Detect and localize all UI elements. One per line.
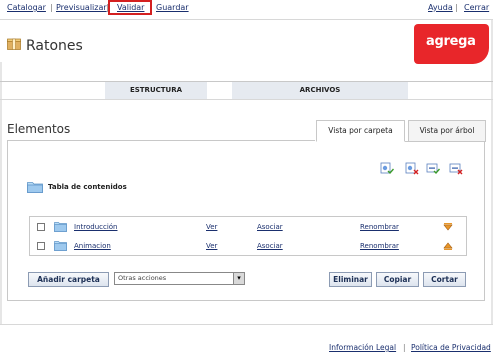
section-heading: Elementos	[7, 122, 71, 136]
cut-button[interactable]: Cortar	[423, 272, 466, 287]
item-name-link[interactable]: Introducción	[74, 223, 118, 231]
divider	[0, 19, 493, 20]
package-icon	[7, 38, 21, 50]
renombrar-link[interactable]: Renombrar	[360, 223, 399, 231]
nav-separator: |	[455, 3, 458, 12]
divider	[0, 324, 493, 325]
tab-estructura[interactable]: ESTRUCTURA	[105, 82, 207, 99]
agrega-logo: agrega	[414, 24, 489, 64]
ver-link[interactable]: Ver	[206, 223, 217, 231]
ver-link[interactable]: Ver	[206, 242, 217, 250]
panel-border	[405, 141, 485, 142]
validar-highlight	[108, 0, 152, 15]
ayuda-link[interactable]: Ayuda	[428, 3, 453, 12]
top-navigation: Catalogar | Previsualizar | Validar | Gu…	[0, 0, 493, 15]
cerrar-link[interactable]: Cerrar	[464, 3, 489, 12]
tab-vista-por-carpeta[interactable]: Vista por carpeta	[316, 120, 405, 142]
politica-privacidad-link[interactable]: Política de Privacidad	[411, 343, 491, 352]
chevron-down-icon[interactable]: ▾	[233, 273, 244, 284]
row-checkbox[interactable]	[37, 223, 45, 231]
item-name-link[interactable]: Animacion	[74, 242, 111, 250]
list-item: Animacion Ver Asociar Renombrar	[30, 237, 466, 255]
nav-separator: |	[50, 3, 53, 12]
frame-border	[0, 62, 2, 324]
folder-icon	[54, 222, 67, 232]
root-folder-label: Tabla de contenidos	[48, 183, 127, 191]
delete-button[interactable]: Eliminar	[329, 272, 372, 287]
list-item: Introducción Ver Asociar Renombrar	[30, 218, 466, 236]
other-actions-select[interactable]: Otras acciones ▾	[114, 272, 245, 285]
tab-archivos[interactable]: ARCHIVOS	[232, 82, 408, 99]
move-up-icon[interactable]	[443, 241, 453, 251]
asociar-link[interactable]: Asociar	[257, 223, 283, 231]
logo-text: agrega	[426, 34, 476, 49]
informacion-legal-link[interactable]: Información Legal	[329, 343, 396, 352]
add-item-icon[interactable]	[380, 162, 394, 175]
copy-button[interactable]: Copiar	[376, 272, 419, 287]
renombrar-link[interactable]: Renombrar	[360, 242, 399, 250]
add-folder-button[interactable]: Añadir carpeta	[28, 272, 109, 287]
collapse-icon[interactable]	[449, 162, 463, 175]
catalogar-link[interactable]: Catalogar	[7, 3, 46, 12]
folder-icon	[27, 182, 43, 193]
remove-item-icon[interactable]	[405, 162, 419, 175]
tab-vista-por-arbol[interactable]: Vista por árbol	[408, 120, 486, 142]
footer-separator: |	[403, 343, 406, 352]
folder-icon	[54, 241, 67, 251]
divider	[0, 99, 493, 100]
guardar-link[interactable]: Guardar	[156, 3, 189, 12]
asociar-link[interactable]: Asociar	[257, 242, 283, 250]
row-checkbox[interactable]	[37, 242, 45, 250]
page-title: Ratones	[26, 38, 83, 54]
folder-contents-list: Introducción Ver Asociar Renombrar Anima…	[29, 216, 467, 256]
select-value: Otras acciones	[118, 274, 167, 282]
previsualizar-link[interactable]: Previsualizar	[56, 3, 107, 12]
expand-icon[interactable]	[426, 162, 440, 175]
move-down-icon[interactable]	[443, 222, 453, 232]
